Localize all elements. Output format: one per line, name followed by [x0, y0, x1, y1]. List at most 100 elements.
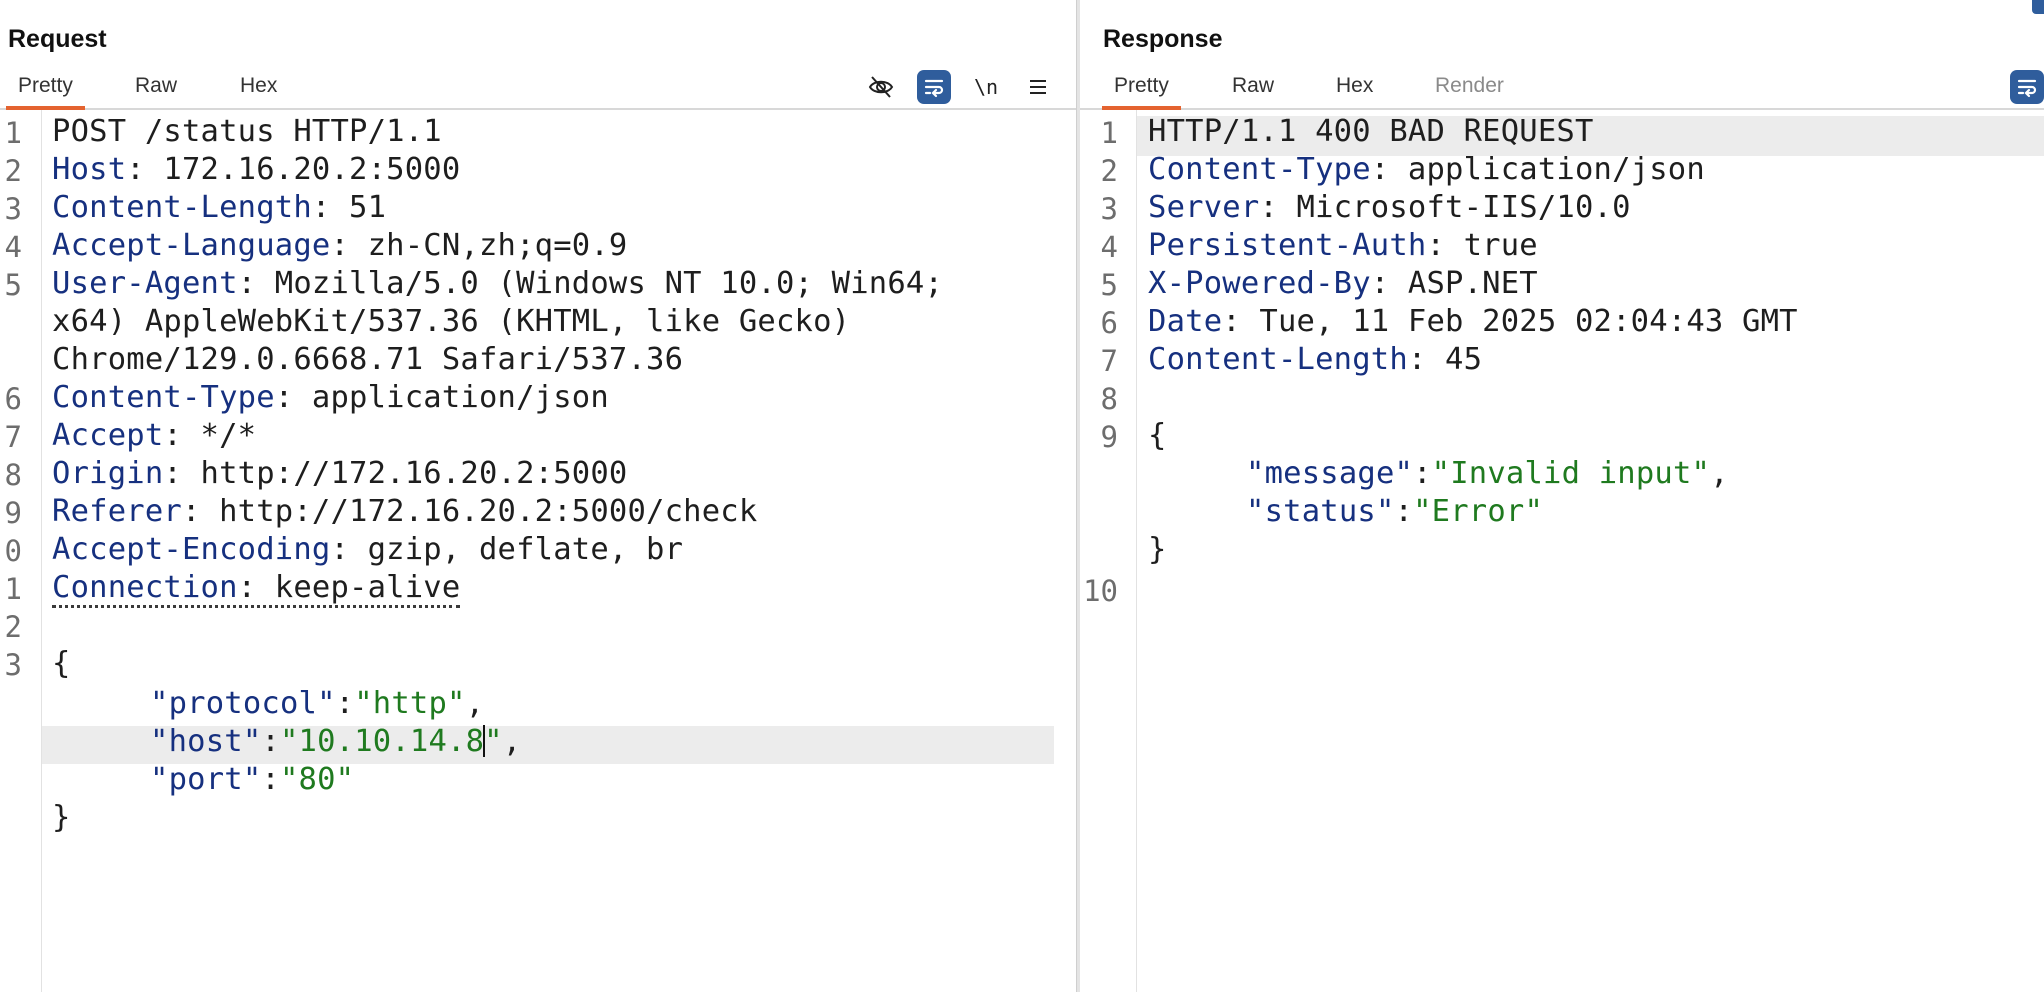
json-host-line[interactable]: "host":"10.10.14.8",: [150, 724, 521, 759]
response-header-content-length[interactable]: Content-Length: 45: [1148, 342, 1482, 377]
header-sep: :: [1407, 342, 1446, 377]
request-tab-raw[interactable]: Raw: [135, 74, 177, 98]
json-string: "80": [279, 762, 355, 797]
header-value: ASP.NET: [1407, 266, 1538, 301]
menu-icon[interactable]: [1021, 70, 1055, 104]
request-pane: Request Pretty Raw Hex \n 1 2 3 4 5 6 7 …: [0, 0, 1076, 992]
json-key: "message": [1246, 456, 1414, 491]
json-protocol-line[interactable]: "protocol":"http",: [150, 686, 484, 721]
line-number: 0: [4, 534, 22, 568]
request-tab-hex[interactable]: Hex: [240, 74, 277, 98]
response-tab-hex[interactable]: Hex: [1336, 74, 1373, 98]
json-status-line[interactable]: "status":"Error": [1246, 494, 1543, 529]
request-line-text: POST /status HTTP/1.1: [52, 114, 442, 149]
request-header-connection[interactable]: Connection: keep-alive: [52, 570, 461, 608]
header-key: Content-Type: [52, 380, 275, 415]
json-key: "status": [1246, 494, 1395, 529]
json-string-quote: ": [484, 724, 503, 759]
header-sep: :: [1222, 304, 1260, 339]
request-tabbar: Pretty Raw Hex \n: [0, 66, 1076, 110]
request-header-origin[interactable]: Origin: http://172.16.20.2:5000: [52, 456, 627, 491]
header-value: http://172.16.20.2:5000: [200, 456, 628, 491]
request-header-referer[interactable]: Referer: http://172.16.20.2:5000/check: [52, 494, 757, 529]
line-number: 2: [4, 610, 22, 644]
header-key: Host: [52, 152, 127, 187]
header-value: 172.16.20.2:5000: [163, 152, 461, 187]
header-value: x64) AppleWebKit/537.36 (KHTML, like Gec…: [52, 304, 851, 339]
header-key: Referer: [52, 494, 182, 529]
json-open-brace[interactable]: {: [1148, 418, 1167, 453]
line-number: 1: [4, 116, 22, 150]
request-header-content-length[interactable]: Content-Length: 51: [52, 190, 386, 225]
header-sep: :: [163, 456, 201, 491]
line-number: 6: [4, 382, 22, 416]
response-tab-render[interactable]: Render: [1435, 74, 1504, 98]
request-tab-pretty[interactable]: Pretty: [6, 74, 85, 110]
line-number: 8: [4, 458, 22, 492]
request-header-user-agent[interactable]: User-Agent: Mozilla/5.0 (Windows NT 10.0…: [52, 266, 943, 301]
line-number: 7: [1100, 344, 1118, 378]
request-header-user-agent-wrap[interactable]: x64) AppleWebKit/537.36 (KHTML, like Gec…: [52, 304, 850, 339]
request-title: Request: [8, 25, 107, 53]
response-pane: Response Pretty Raw Hex Render 1 2 3 4 5…: [1080, 0, 2044, 992]
json-key: "host": [150, 724, 262, 759]
json-key: "protocol": [150, 686, 336, 721]
header-value: keep-alive: [274, 570, 461, 605]
json-close-brace[interactable]: }: [1148, 532, 1167, 567]
response-title: Response: [1103, 25, 1223, 53]
show-newlines-button[interactable]: \n: [969, 70, 1003, 104]
response-header-date[interactable]: Date: Tue, 11 Feb 2025 02:04:43 GMT: [1148, 304, 1798, 339]
header-key: Persistent-Auth: [1148, 228, 1427, 263]
response-header-x-powered-by[interactable]: X-Powered-By: ASP.NET: [1148, 266, 1538, 301]
header-sep: :: [126, 152, 164, 187]
response-tab-pretty[interactable]: Pretty: [1102, 74, 1181, 110]
wrap-lines-icon[interactable]: [2010, 70, 2044, 104]
header-key: Origin: [52, 456, 164, 491]
json-close-brace[interactable]: }: [52, 800, 71, 835]
header-sep: :: [274, 380, 312, 415]
header-key: Server: [1148, 190, 1260, 225]
header-sep: :: [163, 418, 201, 453]
header-sep: :: [237, 266, 275, 301]
header-key: Accept-Language: [52, 228, 331, 263]
line-number: 4: [1100, 230, 1118, 264]
header-key: Connection: [52, 570, 238, 605]
header-sep: :: [1259, 190, 1297, 225]
status-line-text: HTTP/1.1 400 BAD REQUEST: [1148, 114, 1594, 149]
request-header-user-agent-wrap[interactable]: Chrome/129.0.6668.71 Safari/537.36: [52, 342, 683, 377]
wrap-lines-icon[interactable]: [917, 70, 951, 104]
response-tab-raw[interactable]: Raw: [1232, 74, 1274, 98]
line-number: 9: [1100, 420, 1118, 454]
response-header-content-type[interactable]: Content-Type: application/json: [1148, 152, 1705, 187]
header-key: User-Agent: [52, 266, 238, 301]
line-number: 2: [4, 154, 22, 188]
json-port-line[interactable]: "port":"80": [150, 762, 354, 797]
json-key: "port": [150, 762, 262, 797]
header-value: Mozilla/5.0 (Windows NT 10.0; Win64;: [274, 266, 944, 301]
response-header-persistent-auth[interactable]: Persistent-Auth: true: [1148, 228, 1538, 263]
json-string: "10.10.14.8: [279, 724, 485, 759]
response-tabbar: Pretty Raw Hex Render: [1080, 66, 2044, 110]
header-sep: :: [330, 228, 368, 263]
line-number: 1: [4, 572, 22, 606]
request-header-accept-language[interactable]: Accept-Language: zh-CN,zh;q=0.9: [52, 228, 627, 263]
request-header-accept[interactable]: Accept: */*: [52, 418, 256, 453]
json-string: "http": [354, 686, 466, 721]
json-string: "Invalid input": [1431, 456, 1711, 491]
request-header-content-type[interactable]: Content-Type: application/json: [52, 380, 609, 415]
hide-eye-icon[interactable]: [864, 70, 898, 104]
response-header-server[interactable]: Server: Microsoft-IIS/10.0: [1148, 190, 1631, 225]
header-key: Accept-Encoding: [52, 532, 331, 567]
header-value: Microsoft-IIS/10.0: [1296, 190, 1631, 225]
line-number: 1: [1100, 116, 1118, 150]
json-message-line[interactable]: "message":"Invalid input",: [1246, 456, 1729, 491]
status-line[interactable]: HTTP/1.1 400 BAD REQUEST: [1148, 114, 1594, 149]
json-open-brace[interactable]: {: [52, 646, 71, 681]
request-header-accept-encoding[interactable]: Accept-Encoding: gzip, deflate, br: [52, 532, 683, 567]
header-sep: :: [330, 532, 368, 567]
header-value: true: [1463, 228, 1538, 263]
request-line[interactable]: POST /status HTTP/1.1: [52, 114, 442, 149]
header-value: http://172.16.20.2:5000/check: [219, 494, 758, 529]
header-key: Date: [1148, 304, 1223, 339]
request-header-host[interactable]: Host: 172.16.20.2:5000: [52, 152, 460, 187]
